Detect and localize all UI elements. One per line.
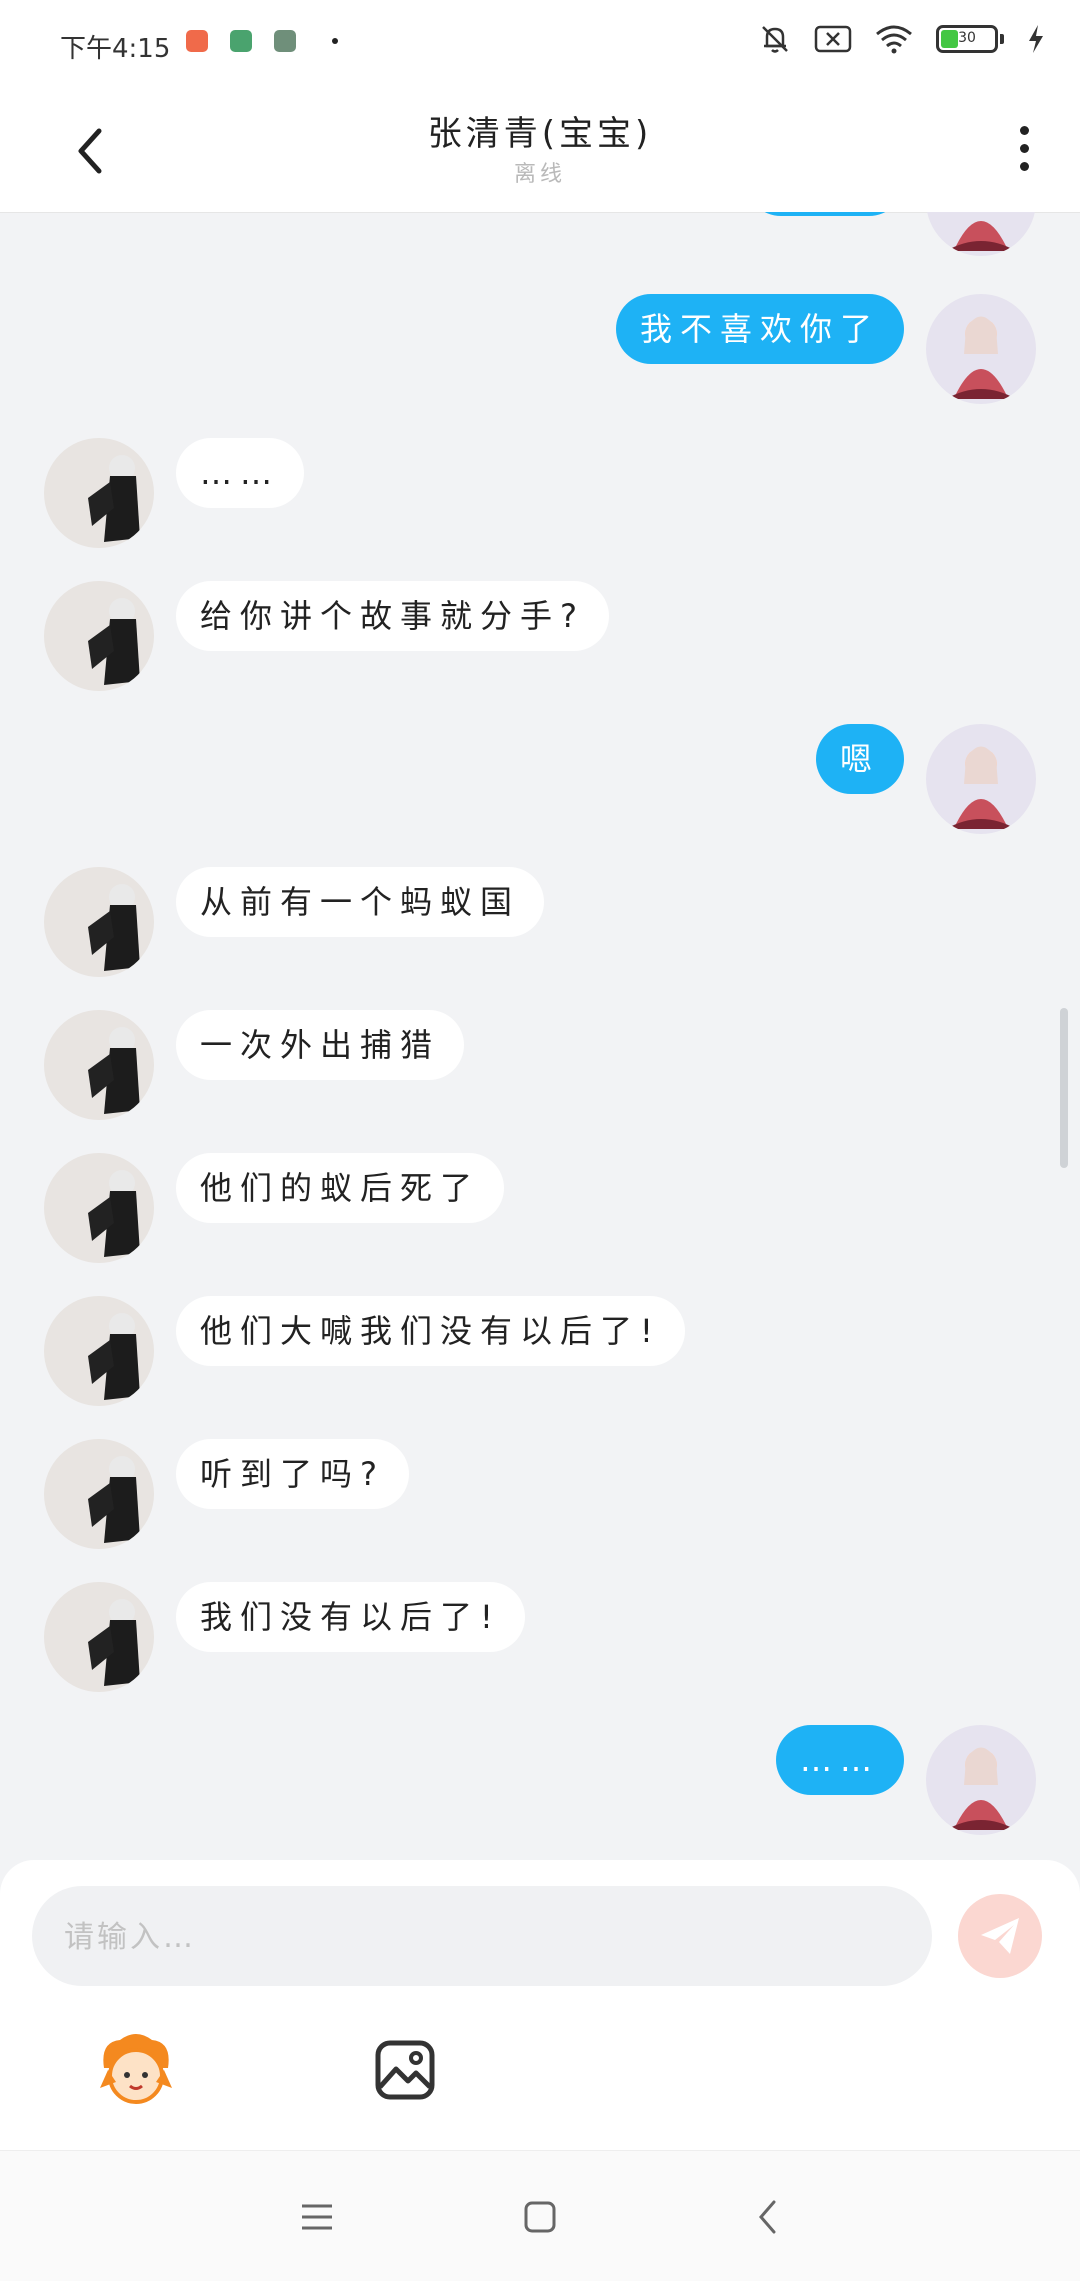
contact-name: 张清青(宝宝) — [427, 114, 653, 154]
message-row: 嗯 — [0, 724, 1080, 834]
contact-avatar[interactable] — [44, 1439, 154, 1549]
app-notification-icon-2 — [274, 30, 296, 52]
contact-avatar[interactable] — [44, 438, 154, 548]
contact-status: 离线 — [513, 162, 566, 187]
contact-avatar[interactable] — [44, 867, 154, 977]
send-icon — [981, 1918, 1019, 1954]
message-bubble[interactable]: 从前有一个蚂蚁国 — [176, 867, 545, 937]
message-row: 听到了吗? — [0, 1439, 1080, 1549]
message-bubble[interactable]: 嗯 — [815, 724, 904, 794]
message-input-box[interactable] — [32, 1886, 932, 1988]
my-avatar[interactable] — [926, 294, 1036, 404]
sim-off-icon — [814, 25, 852, 53]
my-avatar[interactable] — [926, 212, 1036, 256]
message-input[interactable] — [62, 1886, 886, 1988]
menu-icon — [302, 2204, 332, 2230]
message-row: 我不喜欢你了 — [0, 294, 1080, 404]
sticker-icon — [100, 2034, 172, 2104]
message-row: …… — [0, 1725, 1080, 1835]
image-button[interactable] — [363, 2028, 447, 2112]
nav-back-button[interactable] — [738, 2187, 798, 2247]
contact-avatar[interactable] — [44, 581, 154, 691]
message-bubble[interactable]: …… — [776, 1725, 904, 1795]
battery-icon: 30 — [936, 25, 998, 53]
recent-apps-button[interactable] — [287, 2187, 347, 2247]
contact-avatar[interactable] — [44, 1153, 154, 1263]
chat-header: 张清青(宝宝) 离线 — [0, 88, 1080, 212]
message-row: 他们大喊我们没有以后了! — [0, 1296, 1080, 1406]
status-notification-icons — [186, 30, 338, 52]
wifi-icon — [876, 25, 912, 54]
home-button[interactable] — [510, 2187, 570, 2247]
status-bar: 下午4:15 30 — [0, 0, 1080, 88]
chevron-left-icon — [759, 2200, 776, 2234]
message-bubble[interactable]: 他们的蚁后死了 — [176, 1153, 505, 1223]
message-bubble[interactable]: 我们没有以后了! — [176, 1582, 525, 1652]
home-square-icon — [524, 2201, 556, 2233]
message-list[interactable]: 我不喜欢你了 …… 给你讲个故事就分手? 嗯 从前有一个蚂蚁国 一次外出捕猎 他… — [0, 212, 1080, 1860]
more-notifications-dot — [332, 38, 338, 44]
my-avatar[interactable] — [926, 1725, 1036, 1835]
message-row: 一次外出捕猎 — [0, 1010, 1080, 1120]
system-navigation-bar — [0, 2150, 1080, 2281]
message-row: 他们的蚁后死了 — [0, 1153, 1080, 1263]
scrollbar[interactable] — [1060, 1008, 1068, 1168]
message-row: 给你讲个故事就分手? — [0, 581, 1080, 691]
contact-avatar[interactable] — [44, 1010, 154, 1120]
message-row: 从前有一个蚂蚁国 — [0, 867, 1080, 977]
more-dot-icon — [1019, 125, 1029, 135]
contact-avatar[interactable] — [44, 1582, 154, 1692]
message-row: 我们没有以后了! — [0, 1582, 1080, 1692]
charging-icon — [1029, 25, 1043, 53]
send-button[interactable] — [958, 1894, 1042, 1978]
input-area — [0, 1860, 1080, 2150]
more-options-button[interactable] — [1004, 118, 1044, 178]
message-bubble[interactable]: 一次外出捕猎 — [176, 1010, 465, 1080]
mute-icon — [762, 26, 788, 53]
message-bubble[interactable]: …… — [176, 438, 304, 508]
message-bubble[interactable]: 我不喜欢你了 — [615, 294, 904, 364]
status-time: 下午4:15 — [60, 34, 171, 64]
shield-notification-icon — [230, 30, 252, 52]
message-bubble[interactable]: 他们大喊我们没有以后了! — [176, 1296, 685, 1366]
app-notification-icon — [186, 30, 208, 52]
message-row-partial — [0, 212, 1080, 256]
message-row: …… — [0, 438, 1080, 548]
sticker-button[interactable] — [94, 2028, 178, 2112]
message-bubble[interactable]: 给你讲个故事就分手? — [176, 581, 609, 651]
message-bubble[interactable]: 听到了吗? — [176, 1439, 409, 1509]
status-system-icons: 30 — [758, 22, 1046, 56]
message-bubble-partial[interactable] — [746, 212, 904, 216]
contact-avatar[interactable] — [44, 1296, 154, 1406]
image-icon — [375, 2040, 435, 2100]
my-avatar[interactable] — [926, 724, 1036, 834]
battery-level: 30 — [958, 30, 976, 46]
